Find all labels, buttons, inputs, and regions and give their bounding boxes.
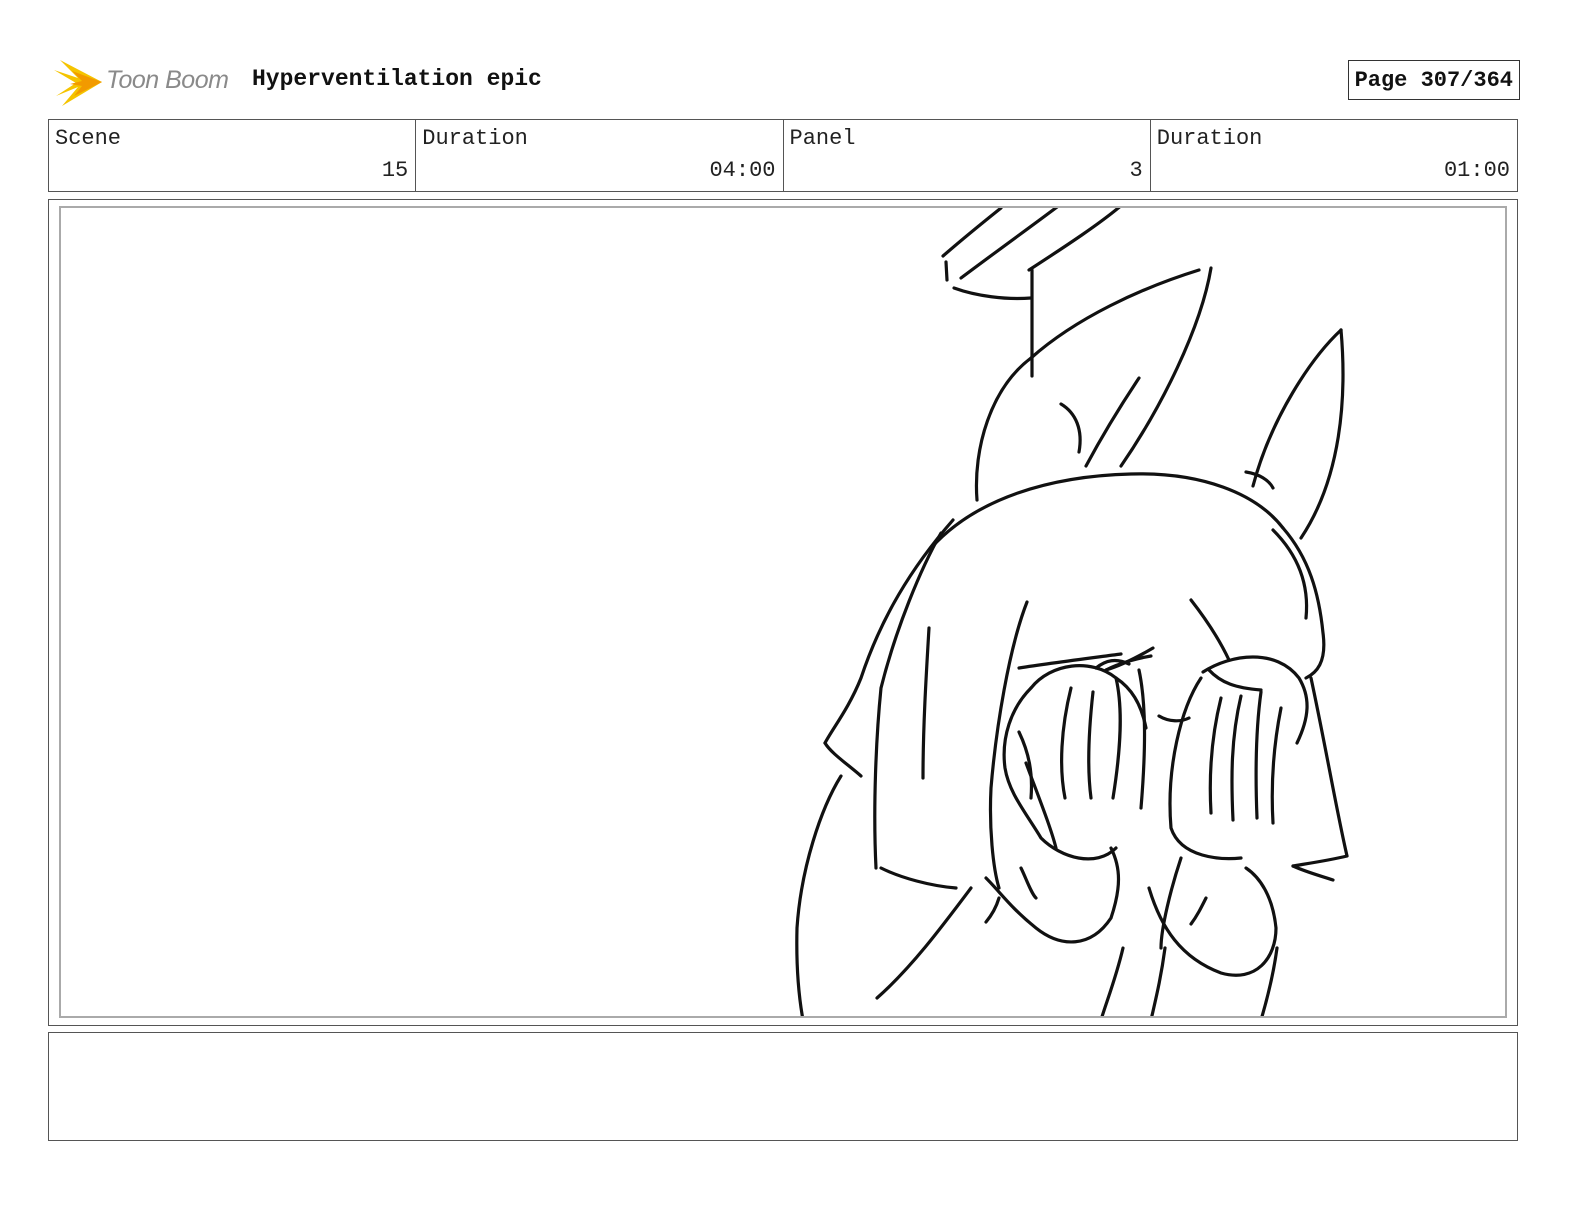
panel-cell: Panel 3: [784, 120, 1151, 191]
panel-info-table: Scene 15 Duration 04:00 Panel 3 Duration…: [48, 119, 1518, 192]
panel-duration-value: 01:00: [1443, 158, 1510, 183]
scene-cell: Scene 15: [49, 120, 417, 191]
scene-duration-label: Duration: [422, 126, 528, 151]
scene-duration-cell: Duration 04:00: [416, 120, 784, 191]
toon-boom-logo: Toon Boom: [52, 56, 242, 108]
panel-notes: [48, 1032, 1518, 1141]
panel-duration-label: Duration: [1156, 126, 1263, 151]
scene-value: 15: [381, 158, 409, 183]
scene-duration-value: 04:00: [709, 158, 776, 183]
character-sketch: [795, 208, 1349, 1016]
panel-label: Panel: [789, 126, 856, 151]
panel-value: 3: [1129, 158, 1143, 183]
scene-label: Scene: [55, 126, 122, 151]
logo-text: Toon Boom: [106, 66, 229, 94]
storyboard-header: Toon Boom Hyperventilation epic Page 307…: [48, 52, 1520, 108]
starburst-icon: [54, 60, 102, 106]
project-title: Hyperventilation epic: [252, 66, 542, 92]
panel-drawing-area: [59, 206, 1507, 1018]
page-number: Page 307/364: [1347, 60, 1520, 100]
panel-duration-cell: Duration 01:00: [1151, 120, 1517, 191]
page-number-label: Page 307/364: [1354, 67, 1513, 93]
